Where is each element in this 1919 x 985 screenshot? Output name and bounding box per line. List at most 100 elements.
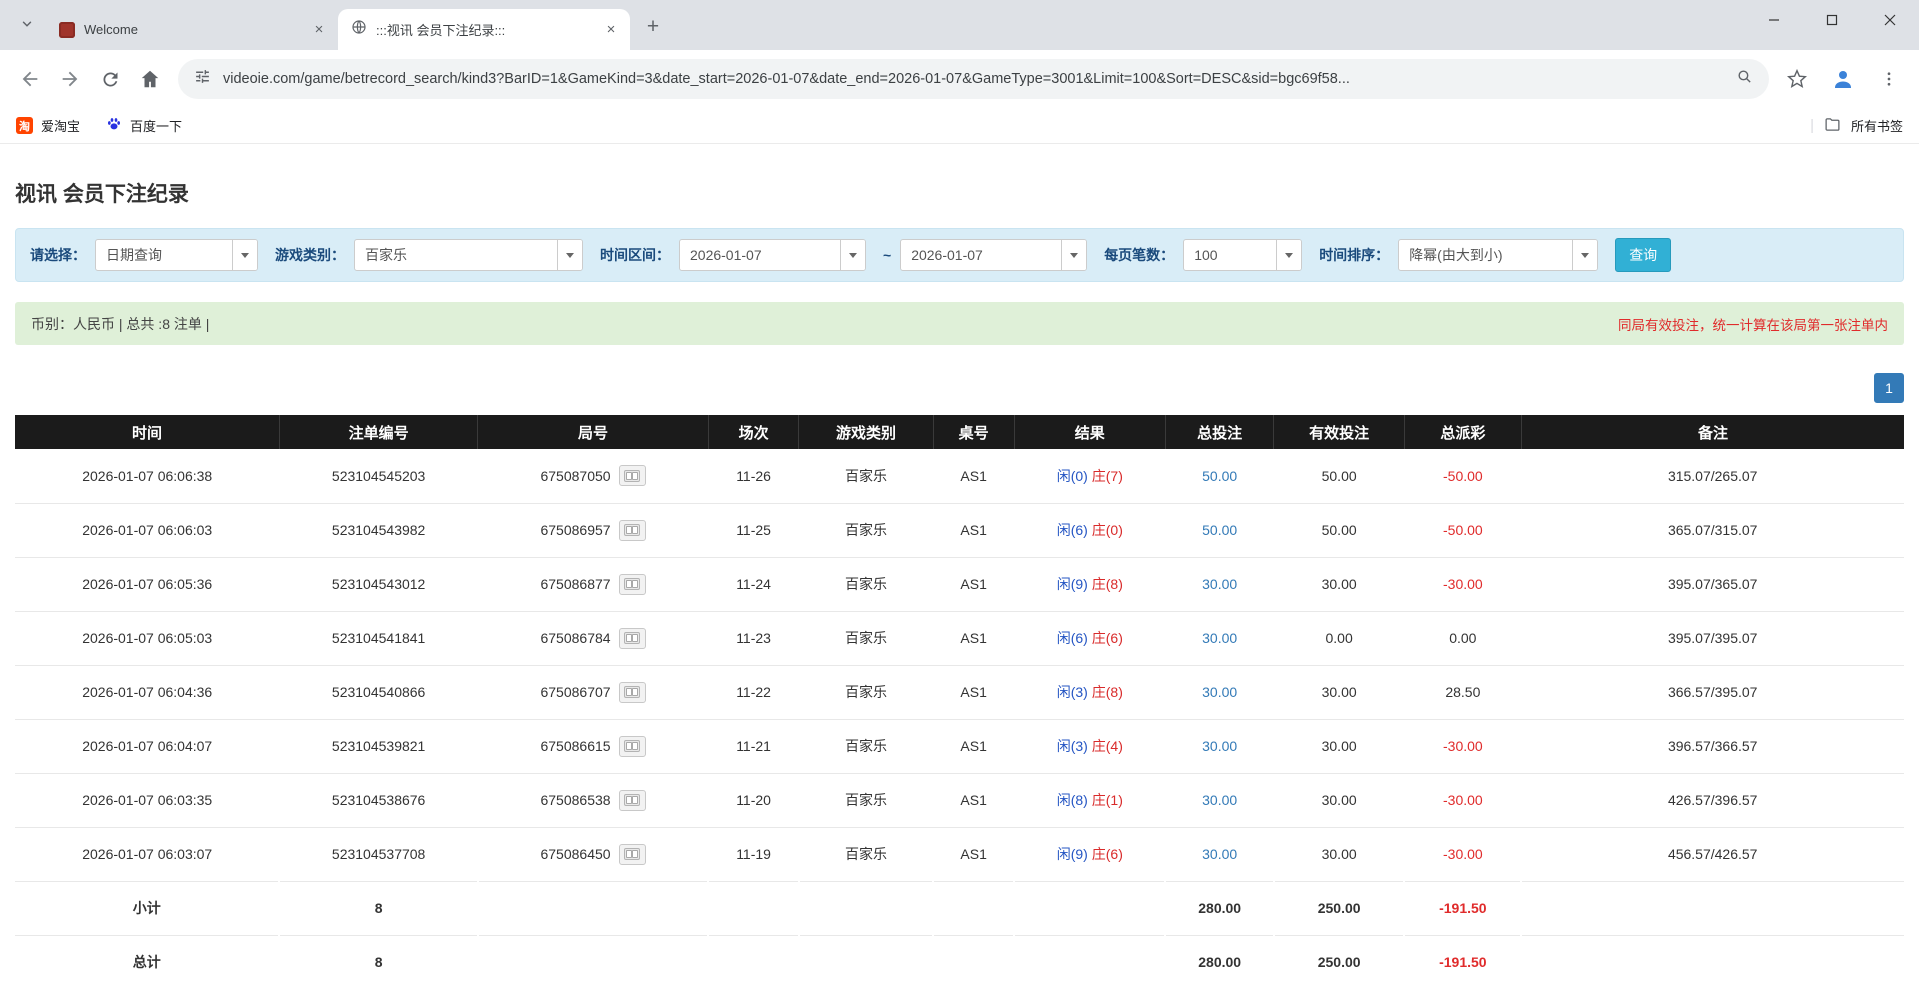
cell-session: 11-20 bbox=[708, 773, 799, 827]
chevron-down-icon bbox=[1276, 240, 1301, 270]
back-button[interactable] bbox=[10, 59, 50, 99]
cell-game-type: 百家乐 bbox=[799, 827, 933, 881]
cell-total-bet: 50.00 bbox=[1165, 449, 1274, 503]
date-start-select[interactable]: 2026-01-07 bbox=[679, 239, 866, 271]
cell-valid-bet: 0.00 bbox=[1274, 611, 1404, 665]
round-detail-icon[interactable] bbox=[619, 790, 646, 811]
cell-result: 闲(9) 庄(8) bbox=[1014, 557, 1165, 611]
url-bar[interactable]: videoie.com/game/betrecord_search/kind3?… bbox=[178, 59, 1769, 99]
cell-valid-bet: 50.00 bbox=[1274, 449, 1404, 503]
table-body: 2026-01-07 06:06:38523104545203675087050… bbox=[15, 449, 1904, 985]
minimize-button[interactable] bbox=[1745, 0, 1803, 40]
pagination-top: 1 bbox=[15, 373, 1904, 403]
chevron-down-icon bbox=[840, 240, 865, 270]
url-text: videoie.com/game/betrecord_search/kind3?… bbox=[223, 71, 1724, 87]
maximize-button[interactable] bbox=[1803, 0, 1861, 40]
bookmark-label: 百度一下 bbox=[130, 116, 182, 135]
sort-order-select[interactable]: 降幂(由大到小) bbox=[1398, 239, 1598, 271]
date-end-select[interactable]: 2026-01-07 bbox=[900, 239, 1087, 271]
page-number-button[interactable]: 1 bbox=[1874, 373, 1904, 403]
all-bookmarks[interactable]: | 所有书签 bbox=[1810, 116, 1903, 136]
column-header: 总派彩 bbox=[1404, 415, 1521, 449]
footer-payout: -191.50 bbox=[1404, 881, 1521, 935]
bookmark-star-icon[interactable] bbox=[1777, 59, 1817, 99]
filter-label-game-type: 游戏类别： bbox=[275, 245, 345, 265]
page-title: 视讯 会员下注纪录 bbox=[15, 178, 1904, 208]
tab-betrecord[interactable]: :::视讯 会员下注纪录::: × bbox=[338, 9, 630, 50]
cell-table-no: AS1 bbox=[933, 827, 1014, 881]
cell-payout: -30.00 bbox=[1404, 557, 1521, 611]
menu-kebab-icon[interactable] bbox=[1869, 59, 1909, 99]
refresh-button[interactable] bbox=[90, 59, 130, 99]
cell-valid-bet: 30.00 bbox=[1274, 773, 1404, 827]
zoom-icon[interactable] bbox=[1736, 68, 1753, 90]
cell-game-type: 百家乐 bbox=[799, 665, 933, 719]
cell-total-bet: 30.00 bbox=[1165, 665, 1274, 719]
profile-avatar-icon[interactable] bbox=[1823, 59, 1863, 99]
query-type-select[interactable]: 日期查询 bbox=[95, 239, 258, 271]
cell-time: 2026-01-07 06:04:36 bbox=[15, 665, 279, 719]
table-row: 2026-01-07 06:03:35523104538676675086538… bbox=[15, 773, 1904, 827]
cell-note: 396.57/366.57 bbox=[1521, 719, 1904, 773]
cell-table-no: AS1 bbox=[933, 557, 1014, 611]
cell-result: 闲(3) 庄(4) bbox=[1014, 719, 1165, 773]
all-bookmarks-label: 所有书签 bbox=[1851, 116, 1903, 135]
cell-time: 2026-01-07 06:03:35 bbox=[15, 773, 279, 827]
cell-result: 闲(6) 庄(0) bbox=[1014, 503, 1165, 557]
column-header: 注单编号 bbox=[279, 415, 477, 449]
table-row: 2026-01-07 06:06:03523104543982675086957… bbox=[15, 503, 1904, 557]
tab-close-icon[interactable]: × bbox=[310, 21, 328, 39]
cell-round-id: 675087050 bbox=[478, 449, 708, 503]
forward-button[interactable] bbox=[50, 59, 90, 99]
table-row: 2026-01-07 06:05:03523104541841675086784… bbox=[15, 611, 1904, 665]
page-size-select[interactable]: 100 bbox=[1183, 239, 1302, 271]
cell-round-id: 675086784 bbox=[478, 611, 708, 665]
bet-records-table: 时间注单编号局号场次游戏类别桌号结果总投注有效投注总派彩备注 2026-01-0… bbox=[15, 415, 1904, 985]
home-button[interactable] bbox=[130, 59, 170, 99]
cell-session: 11-22 bbox=[708, 665, 799, 719]
chevron-down-icon bbox=[557, 240, 582, 270]
table-row: 2026-01-07 06:04:07523104539821675086615… bbox=[15, 719, 1904, 773]
bookmark-label: 爱淘宝 bbox=[41, 116, 80, 135]
divider: | bbox=[1810, 117, 1814, 134]
toolbar-right bbox=[1777, 59, 1909, 99]
round-detail-icon[interactable] bbox=[619, 520, 646, 541]
round-detail-icon[interactable] bbox=[619, 682, 646, 703]
cell-bet-id: 523104543982 bbox=[279, 503, 477, 557]
cell-note: 426.57/396.57 bbox=[1521, 773, 1904, 827]
new-tab-button[interactable]: + bbox=[638, 12, 668, 42]
tab-search-button[interactable] bbox=[12, 11, 42, 41]
cell-note: 395.07/365.07 bbox=[1521, 557, 1904, 611]
footer-label: 小计 bbox=[15, 881, 279, 935]
bookmark-aitaobao[interactable]: 淘 爱淘宝 bbox=[16, 116, 80, 135]
cell-game-type: 百家乐 bbox=[799, 449, 933, 503]
site-info-icon[interactable] bbox=[194, 68, 211, 90]
window-controls bbox=[1745, 0, 1919, 40]
round-detail-icon[interactable] bbox=[619, 844, 646, 865]
round-detail-icon[interactable] bbox=[619, 736, 646, 757]
round-detail-icon[interactable] bbox=[619, 465, 646, 486]
game-type-select[interactable]: 百家乐 bbox=[354, 239, 583, 271]
summary-notice: 同局有效投注，统一计算在该局第一张注单内 bbox=[1618, 314, 1888, 334]
chevron-down-icon bbox=[1572, 240, 1597, 270]
column-header: 时间 bbox=[15, 415, 279, 449]
cell-bet-id: 523104545203 bbox=[279, 449, 477, 503]
date-separator: ~ bbox=[883, 247, 891, 263]
cell-round-id: 675086450 bbox=[478, 827, 708, 881]
round-detail-icon[interactable] bbox=[619, 574, 646, 595]
tab-close-icon[interactable]: × bbox=[602, 21, 620, 39]
column-header: 桌号 bbox=[933, 415, 1014, 449]
table-row: 2026-01-07 06:06:38523104545203675087050… bbox=[15, 449, 1904, 503]
cell-table-no: AS1 bbox=[933, 503, 1014, 557]
bookmark-baidu[interactable]: 百度一下 bbox=[106, 116, 182, 135]
taobao-icon: 淘 bbox=[16, 117, 33, 134]
table-row: 2026-01-07 06:05:36523104543012675086877… bbox=[15, 557, 1904, 611]
round-detail-icon[interactable] bbox=[619, 628, 646, 649]
cell-time: 2026-01-07 06:06:38 bbox=[15, 449, 279, 503]
cell-bet-id: 523104541841 bbox=[279, 611, 477, 665]
table-footer-row: 小计8280.00250.00-191.50 bbox=[15, 881, 1904, 935]
close-button[interactable] bbox=[1861, 0, 1919, 40]
tab-welcome[interactable]: Welcome × bbox=[46, 9, 338, 50]
search-button[interactable]: 查询 bbox=[1615, 238, 1671, 272]
tab-strip: Welcome × :::视讯 会员下注纪录::: × + bbox=[0, 0, 1919, 50]
